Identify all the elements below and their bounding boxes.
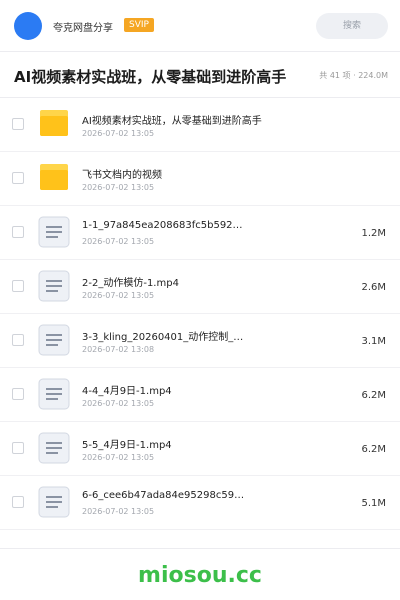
top-bar: 夸克网盘分享 SVIP 搜索 — [0, 0, 400, 52]
file-date: 2026-07-02 13:05 — [82, 399, 155, 408]
file-date: 2026-07-02 13:05 — [82, 453, 155, 462]
file-date: 2026-07-02 13:05 — [82, 237, 155, 246]
list-item[interactable]: 1-1_97a845ea208683fc5b592… 2026-07-02 13… — [0, 206, 400, 260]
row-checkbox[interactable] — [12, 388, 24, 400]
file-date: 2026-07-02 13:05 — [82, 129, 155, 138]
file-name: 2-2_动作模仿-1.mp4 — [82, 278, 179, 289]
file-name: 3-3_kling_20260401_动作控制__… — [82, 332, 247, 343]
file-name: 1-1_97a845ea208683fc5b592… — [82, 220, 243, 231]
list-item[interactable]: 5-5_4月9日-1.mp4 2026-07-02 13:05 6.2M — [0, 422, 400, 476]
file-icon — [38, 216, 70, 248]
file-icon — [38, 432, 70, 464]
file-icon — [38, 378, 70, 410]
file-size: 2.6M — [361, 282, 386, 293]
file-icon — [38, 486, 70, 518]
brand-name: 夸克网盘分享 — [53, 23, 113, 34]
page-title: AI视频素材实战班，从零基础到进阶高手 — [14, 68, 287, 86]
list-item[interactable]: 2-2_动作模仿-1.mp4 2026-07-02 13:05 2.6M — [0, 260, 400, 314]
row-checkbox[interactable] — [12, 496, 24, 508]
footer: miosou.cc — [0, 548, 400, 600]
folder-header: AI视频素材实战班，从零基础到进阶高手 共 41 项 · 224.0M — [0, 52, 400, 98]
file-name: 4-4_4月9日-1.mp4 — [82, 386, 172, 397]
list-item[interactable]: 3-3_kling_20260401_动作控制__… 2026-07-02 13… — [0, 314, 400, 368]
svip-badge: SVIP — [124, 18, 154, 32]
file-name: 6-6_cee6b47ada84e95298c59… — [82, 490, 245, 501]
watermark: miosou.cc — [138, 563, 262, 588]
list-item[interactable]: 4-4_4月9日-1.mp4 2026-07-02 13:05 6.2M — [0, 368, 400, 422]
file-icon — [38, 270, 70, 302]
file-name: 5-5_4月9日-1.mp4 — [82, 440, 172, 451]
file-size: 5.1M — [361, 498, 386, 509]
file-date: 2026-07-02 13:05 — [82, 291, 155, 300]
avatar[interactable] — [14, 12, 42, 40]
file-list: AI视频素材实战班，从零基础到进阶高手 2026-07-02 13:05 飞书文… — [0, 98, 400, 530]
row-checkbox[interactable] — [12, 118, 24, 130]
folder-icon — [40, 164, 68, 190]
file-size: 1.2M — [361, 228, 386, 239]
row-checkbox[interactable] — [12, 442, 24, 454]
file-size: 3.1M — [361, 336, 386, 347]
file-date: 2026-07-02 13:08 — [82, 345, 155, 354]
file-icon — [38, 324, 70, 356]
file-size: 6.2M — [361, 390, 386, 401]
item-summary: 共 41 项 · 224.0M — [319, 71, 388, 80]
row-checkbox[interactable] — [12, 226, 24, 238]
file-date: 2026-07-02 13:05 — [82, 507, 155, 516]
file-size: 6.2M — [361, 444, 386, 455]
file-date: 2026-07-02 13:05 — [82, 183, 155, 192]
row-checkbox[interactable] — [12, 334, 24, 346]
folder-icon — [40, 110, 68, 136]
list-item[interactable]: 飞书文档内的视频 2026-07-02 13:05 — [0, 152, 400, 206]
row-checkbox[interactable] — [12, 172, 24, 184]
list-item[interactable]: AI视频素材实战班，从零基础到进阶高手 2026-07-02 13:05 — [0, 98, 400, 152]
list-item[interactable]: 6-6_cee6b47ada84e95298c59… 2026-07-02 13… — [0, 476, 400, 530]
search-input[interactable]: 搜索 — [316, 13, 388, 39]
file-name: AI视频素材实战班，从零基础到进阶高手 — [82, 116, 262, 127]
row-checkbox[interactable] — [12, 280, 24, 292]
file-name: 飞书文档内的视频 — [82, 170, 162, 181]
